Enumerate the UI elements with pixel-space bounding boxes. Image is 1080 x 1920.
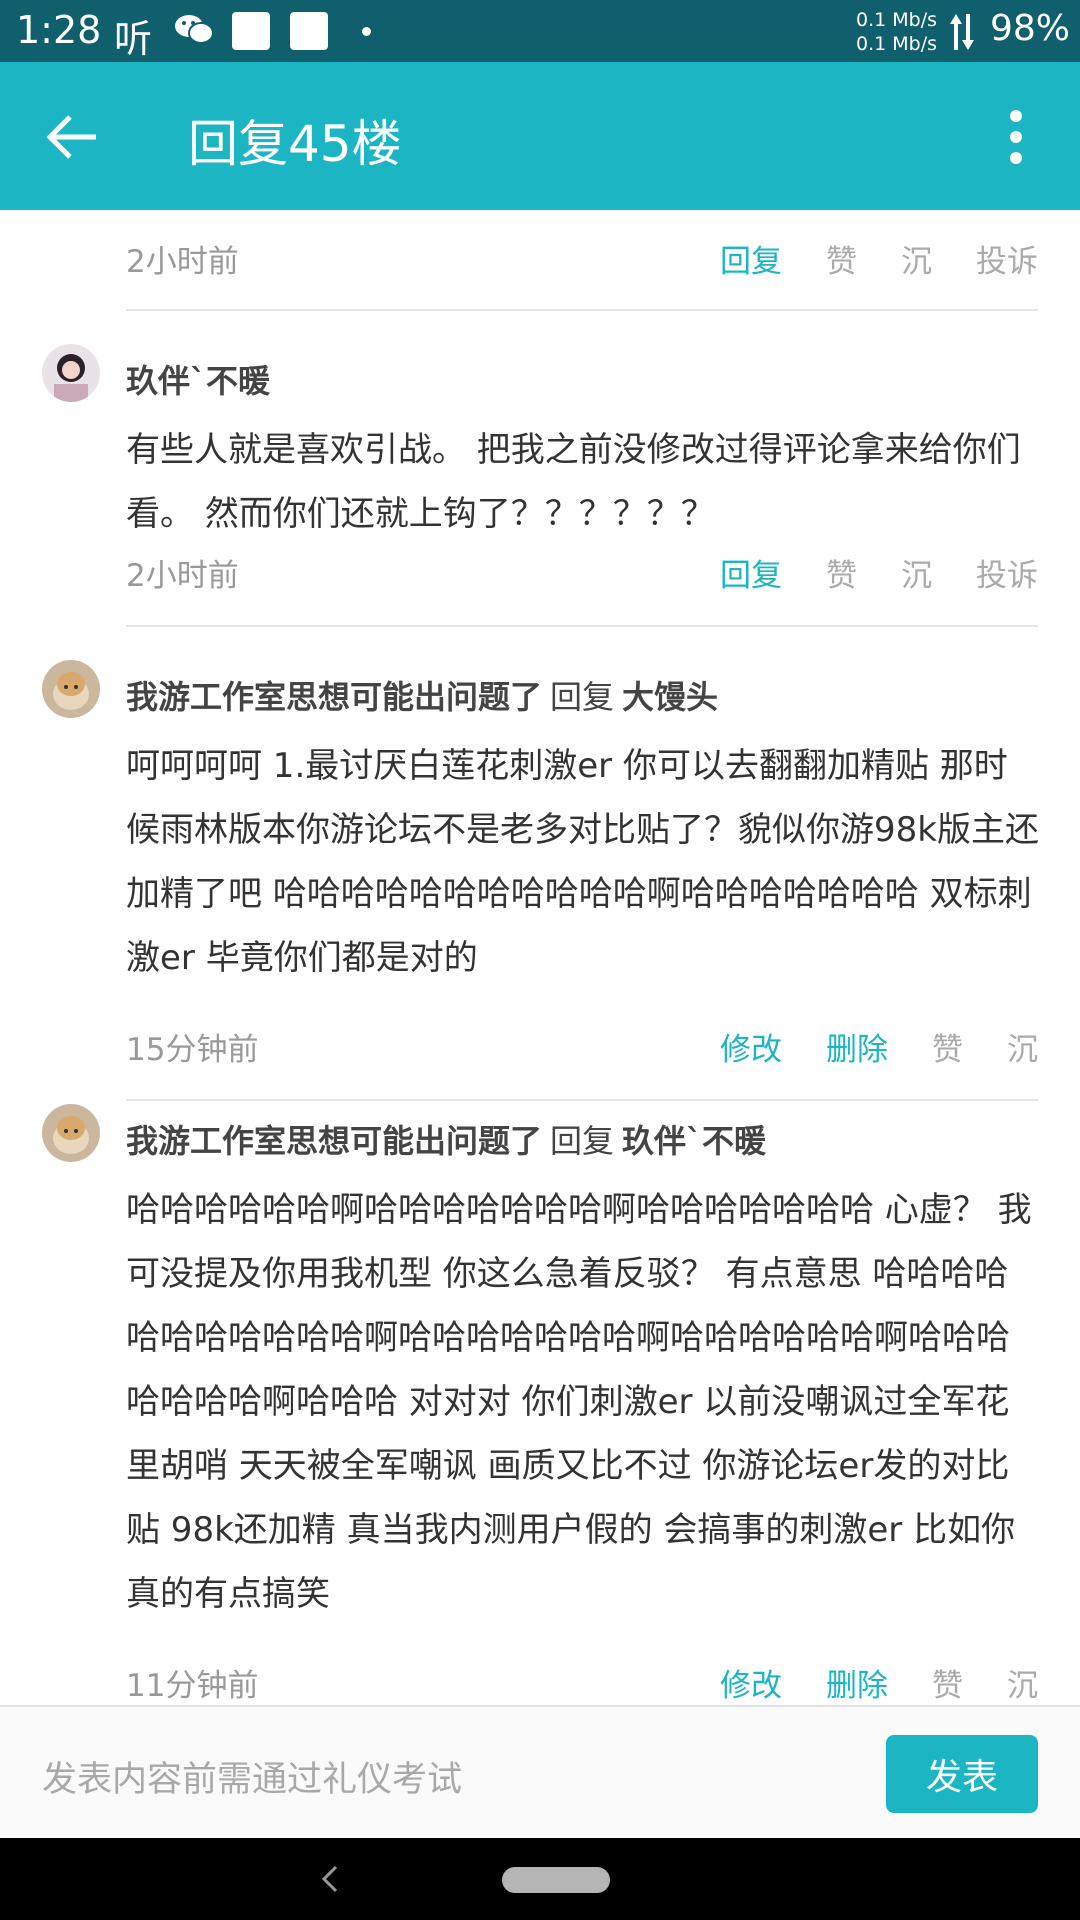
app-toolbar: 回复45楼 [0,62,1080,210]
comment-body: 哈哈哈哈哈哈啊哈哈哈哈哈哈哈啊哈哈哈哈哈哈哈 心虚？ 我可没提及你用我机型 你这… [126,1190,1032,1614]
comment-actions: 回复 赞 沉 投诉 [720,236,1038,281]
comment-author: 我游工作室思想可能出问题了 回复 大馒头 [126,672,718,718]
more-notifications-icon [362,27,371,36]
nav-home-pill[interactable] [502,1867,610,1893]
reply-button[interactable]: 回复 [720,550,782,595]
delete-button[interactable]: 删除 [826,1024,888,1069]
comment-meta: 2小时前 回复 赞 沉 投诉 [126,236,1038,286]
arrow-left-icon[interactable] [38,102,108,172]
comment-meta: 15分钟前 修改 删除 赞 沉 [126,1024,1038,1074]
reply-target[interactable]: 大馒头 [622,678,718,716]
comment-meta: 11分钟前 修改 删除 赞 沉 [126,1660,1038,1705]
reply-input-bar: 发表内容前需通过礼仪考试 发表 [0,1705,1080,1840]
divider [126,309,1038,311]
data-transfer-icon [950,14,974,50]
sink-button[interactable]: 沉 [901,550,932,595]
status-bar: 1:28 听 0.1 Mb/s 0.1 Mb/s 98% [0,0,1080,62]
comment-time: 2小时前 [126,558,239,594]
page-title: 回复45楼 [188,115,402,173]
delete-button[interactable]: 删除 [826,1660,888,1705]
reply-target[interactable]: 玖伴`不暖 [622,1122,766,1160]
wechat-icon [175,15,214,44]
comment-meta: 2小时前 回复 赞 沉 投诉 [126,550,1038,600]
network-speed: 0.1 Mb/s 0.1 Mb/s [856,9,938,55]
comment-time: 2小时前 [126,244,239,280]
like-button[interactable]: 赞 [932,1660,963,1705]
comment-actions: 修改 删除 赞 沉 [720,1024,1038,1069]
comment-author: 我游工作室思想可能出问题了 回复 玖伴`不暖 [126,1116,766,1162]
comment-time: 11分钟前 [126,1668,259,1704]
reply-word: 回复 [550,1122,615,1160]
comment-time: 15分钟前 [126,1032,259,1068]
sink-button[interactable]: 沉 [1007,1024,1038,1069]
divider [126,625,1038,627]
comment-list[interactable]: 2小时前 回复 赞 沉 投诉 玖伴`不暖 有些人就是喜欢引战。 把我之前没修改过… [0,210,1080,1705]
more-vert-icon[interactable] [996,102,1036,172]
battery-level: 98% [990,8,1071,49]
nav-back-icon[interactable] [318,1864,342,1894]
like-button[interactable]: 赞 [826,550,857,595]
sink-button[interactable]: 沉 [1007,1660,1038,1705]
system-nav-bar [0,1838,1080,1920]
notification-icon [232,12,270,50]
publish-button[interactable]: 发表 [886,1735,1038,1813]
comment-actions: 回复 赞 沉 投诉 [720,550,1038,595]
edit-button[interactable]: 修改 [720,1024,782,1069]
avatar[interactable] [42,1104,100,1162]
like-button[interactable]: 赞 [826,236,857,281]
author-name[interactable]: 我游工作室思想可能出问题了 [126,1122,542,1160]
report-button[interactable]: 投诉 [976,236,1038,281]
reply-button[interactable]: 回复 [720,236,782,281]
avatar[interactable] [42,344,100,402]
comment-body: 有些人就是喜欢引战。 把我之前没修改过得评论拿来给你们看。 然而你们还就上钩了？… [126,430,1021,534]
listen-app-icon: 听 [114,17,153,61]
comment-author[interactable]: 玖伴`不暖 [126,356,270,402]
clock: 1:28 [16,8,102,52]
notification-icon [290,12,328,50]
sink-button[interactable]: 沉 [901,236,932,281]
comment-actions: 修改 删除 赞 沉 [720,1660,1038,1705]
reply-input[interactable]: 发表内容前需通过礼仪考试 [42,1751,842,1802]
report-button[interactable]: 投诉 [976,550,1038,595]
like-button[interactable]: 赞 [932,1024,963,1069]
reply-word: 回复 [550,678,615,716]
edit-button[interactable]: 修改 [720,1660,782,1705]
author-name[interactable]: 我游工作室思想可能出问题了 [126,678,542,716]
avatar[interactable] [42,660,100,718]
comment-body: 呵呵呵呵 1.最讨厌白莲花刺激er 你可以去翻翻加精贴 那时候雨林版本你游论坛不… [126,746,1039,978]
divider [126,1099,1038,1101]
